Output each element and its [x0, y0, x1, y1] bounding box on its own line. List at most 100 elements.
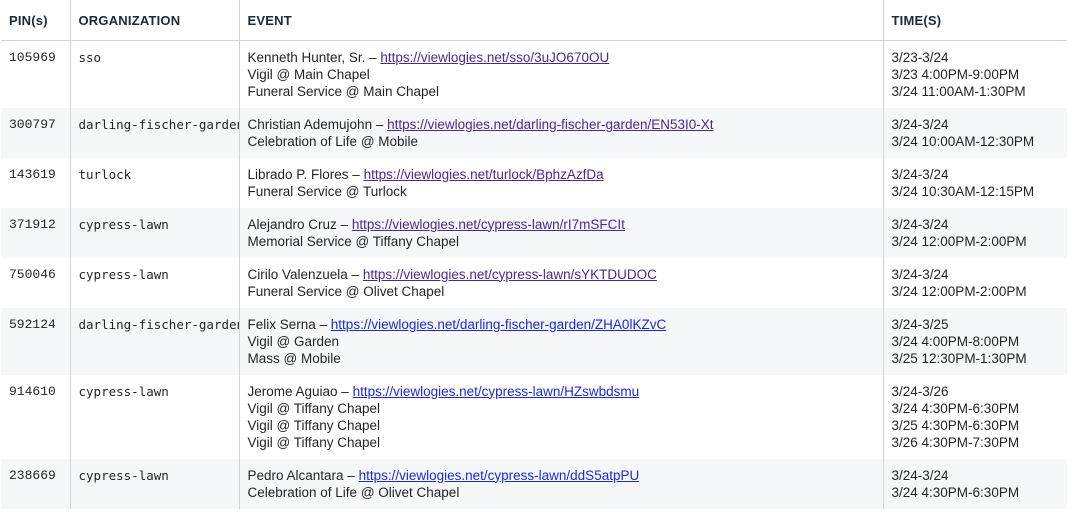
event-title-line: Cirilo Valenzuela – https://viewlogies.n… — [248, 266, 875, 283]
event-cell: Jerome Aguiao – https://viewlogies.net/c… — [239, 374, 884, 459]
time-slot: 3/24 4:00PM-8:00PM — [891, 333, 1020, 349]
date-range: 3/24-3/24 — [891, 467, 949, 483]
deceased-name: Librado P. Flores – — [247, 166, 364, 182]
date-range: 3/24-3/24 — [891, 116, 949, 132]
organization-cell: cypress-lawn — [70, 374, 240, 459]
deceased-name: Kenneth Hunter, Sr. – — [247, 50, 381, 65]
event-title-line: Christian Ademujohn – https://viewlogies… — [248, 116, 875, 133]
event-line: Celebration of Life @ Mobile — [247, 133, 419, 149]
time-slot: 3/26 4:30PM-7:30PM — [891, 434, 1020, 450]
header-pins[interactable]: PIN(s) — [1, 0, 71, 41]
times-cell: 3/23-3/24 3/23 4:00PM-9:00PM 3/24 11:00AM-… — [883, 41, 1067, 108]
date-range: 3/24-3/24 — [891, 216, 949, 232]
event-cell: Librado P. Flores – https://viewlogies.n… — [239, 157, 884, 208]
event-cell: Cirilo Valenzuela – https://viewlogies.n… — [239, 257, 884, 308]
event-title-line: Pedro Alcantara – https://viewlogies.net… — [248, 467, 875, 484]
organization-cell: turlock — [70, 157, 240, 208]
time-slot: 3/24 4:30PM-6:30PM — [891, 484, 1020, 500]
pin-cell: 592124 — [1, 307, 71, 375]
deceased-name: Jerome Aguiao – — [247, 383, 353, 399]
event-line: Vigil @ Tiffany Chapel — [247, 417, 381, 433]
time-slot: 3/24 4:30PM-6:30PM — [891, 400, 1020, 416]
header-organization[interactable]: ORGANIZATION — [70, 0, 240, 41]
table-row: 592124 darling-fischer-garden Felix Serna … — [1, 307, 1067, 375]
table-body: 105969 sso Kenneth Hunter, Sr. – https://v… — [1, 40, 1067, 509]
viewlogies-link[interactable]: https://viewlogies.net/darling-fischer-g… — [331, 317, 666, 332]
viewlogies-link[interactable]: https://viewlogies.net/sso/3uJO670OU — [380, 50, 609, 65]
organization-cell: darling-fischer-garden — [70, 307, 240, 375]
table-row: 143619 turlock Librado P. Flores – https:/… — [1, 157, 1067, 208]
pin-cell: 750046 — [1, 257, 71, 308]
time-slot: 3/25 4:30PM-6:30PM — [891, 417, 1020, 433]
viewlogies-link[interactable]: https://viewlogies.net/cypress-lawn/HZsw… — [353, 384, 640, 399]
event-line: Vigil @ Tiffany Chapel — [247, 434, 381, 450]
events-table: PIN(s) ORGANIZATION EVENT TIME(S) 105969… — [1, 0, 1067, 509]
event-line: Vigil @ Garden — [247, 333, 340, 349]
pin-cell: 300797 — [1, 107, 71, 158]
event-title-line: Librado P. Flores – https://viewlogies.n… — [248, 166, 875, 183]
event-title-line: Felix Serna – https://viewlogies.net/dar… — [248, 316, 875, 333]
event-line: Mass @ Mobile — [247, 350, 341, 366]
viewlogies-link[interactable]: https://viewlogies.net/cypress-lawn/ddS5… — [359, 468, 640, 483]
pin-cell: 143619 — [1, 157, 71, 208]
event-cell: Pedro Alcantara – https://viewlogies.net… — [239, 458, 884, 509]
event-line: Vigil @ Tiffany Chapel — [247, 400, 381, 416]
organization-cell: cypress-lawn — [70, 207, 240, 258]
date-range: 3/24-3/24 — [891, 166, 949, 182]
date-range: 3/23-3/24 — [891, 50, 949, 65]
viewlogies-link[interactable]: https://viewlogies.net/cypress-lawn/rI7m… — [352, 217, 625, 232]
time-slot: 3/24 12:00PM-2:00PM — [891, 283, 1027, 299]
organization-cell: darling-fischer-garden — [70, 107, 240, 158]
event-cell: Felix Serna – https://viewlogies.net/dar… — [239, 307, 884, 375]
header-event[interactable]: EVENT — [239, 0, 884, 41]
organization-cell: cypress-lawn — [70, 458, 240, 509]
time-slot: 3/25 12:30PM-1:30PM — [891, 350, 1027, 366]
table-row: 238669 cypress-lawn Pedro Alcantara – http… — [1, 458, 1067, 509]
date-range: 3/24-3/24 — [891, 266, 949, 282]
pin-cell: 371912 — [1, 207, 71, 258]
date-range: 3/24-3/25 — [891, 316, 949, 332]
event-cell: Kenneth Hunter, Sr. – https://viewlogies… — [239, 40, 884, 108]
event-title-line: Jerome Aguiao – https://viewlogies.net/c… — [248, 383, 875, 400]
event-line: Celebration of Life @ Olivet Chapel — [247, 484, 460, 500]
event-line: Vigil @ Main Chapel — [247, 67, 370, 82]
pin-cell: 914610 — [1, 374, 71, 459]
event-line: Funeral Service @ Main Chapel — [247, 84, 440, 99]
times-cell: 3/24-3/26 3/24 4:30PM-6:30PM 3/25 4:30PM-6… — [883, 375, 1067, 459]
time-slot: 3/24 12:00PM-2:00PM — [891, 233, 1027, 249]
event-title-line: Kenneth Hunter, Sr. – https://viewlogies… — [248, 49, 875, 66]
table-row: 750046 cypress-lawn Cirilo Valenzuela – ht… — [1, 257, 1067, 308]
times-cell: 3/24-3/25 3/24 4:00PM-8:00PM 3/25 12:30PM-… — [883, 307, 1067, 375]
times-cell: 3/24-3/24 3/24 12:00PM-2:00PM — [883, 258, 1067, 308]
deceased-name: Pedro Alcantara – — [247, 467, 359, 483]
deceased-name: Alejandro Cruz – — [247, 216, 352, 232]
time-slot: 3/24 10:30AM-12:15PM — [891, 183, 1035, 199]
event-line: Funeral Service @ Turlock — [247, 183, 407, 199]
time-slot: 3/24 10:00AM-12:30PM — [891, 133, 1035, 149]
times-cell: 3/24-3/24 3/24 4:30PM-6:30PM — [883, 458, 1067, 509]
viewlogies-link[interactable]: https://viewlogies.net/cypress-lawn/sYKT… — [363, 267, 657, 282]
viewlogies-link[interactable]: https://viewlogies.net/darling-fischer-g… — [387, 117, 713, 132]
times-cell: 3/24-3/24 3/24 10:00AM-12:30PM — [883, 107, 1067, 158]
table-row: 105969 sso Kenneth Hunter, Sr. – https://v… — [1, 40, 1067, 108]
organization-cell: cypress-lawn — [70, 257, 240, 308]
table-row: 300797 darling-fischer-garden Christian Ad… — [1, 107, 1067, 158]
table-row: 914610 cypress-lawn Jerome Aguiao – https:… — [1, 374, 1067, 459]
deceased-name: Felix Serna – — [247, 316, 331, 332]
header-row: PIN(s) ORGANIZATION EVENT TIME(S) — [1, 0, 1067, 41]
viewlogies-link[interactable]: https://viewlogies.net/turlock/BphzAzfDa — [364, 167, 604, 182]
event-line: Funeral Service @ Olivet Chapel — [247, 283, 445, 299]
organization-cell: sso — [70, 40, 240, 108]
deceased-name: Cirilo Valenzuela – — [247, 266, 363, 282]
pin-cell: 238669 — [1, 458, 71, 509]
pin-cell: 105969 — [1, 40, 71, 108]
table-row: 371912 cypress-lawn Alejandro Cruz – https… — [1, 207, 1067, 258]
event-cell: Christian Ademujohn – https://viewlogies… — [239, 107, 884, 158]
times-cell: 3/24-3/24 3/24 12:00PM-2:00PM — [883, 207, 1067, 258]
header-times[interactable]: TIME(S) — [883, 0, 1067, 41]
deceased-name: Christian Ademujohn – — [247, 116, 388, 132]
time-slot: 3/24 11:00AM-1:30PM — [891, 84, 1026, 99]
event-title-line: Alejandro Cruz – https://viewlogies.net/… — [248, 216, 875, 233]
date-range: 3/24-3/26 — [891, 383, 949, 399]
times-cell: 3/24-3/24 3/24 10:30AM-12:15PM — [883, 158, 1067, 208]
